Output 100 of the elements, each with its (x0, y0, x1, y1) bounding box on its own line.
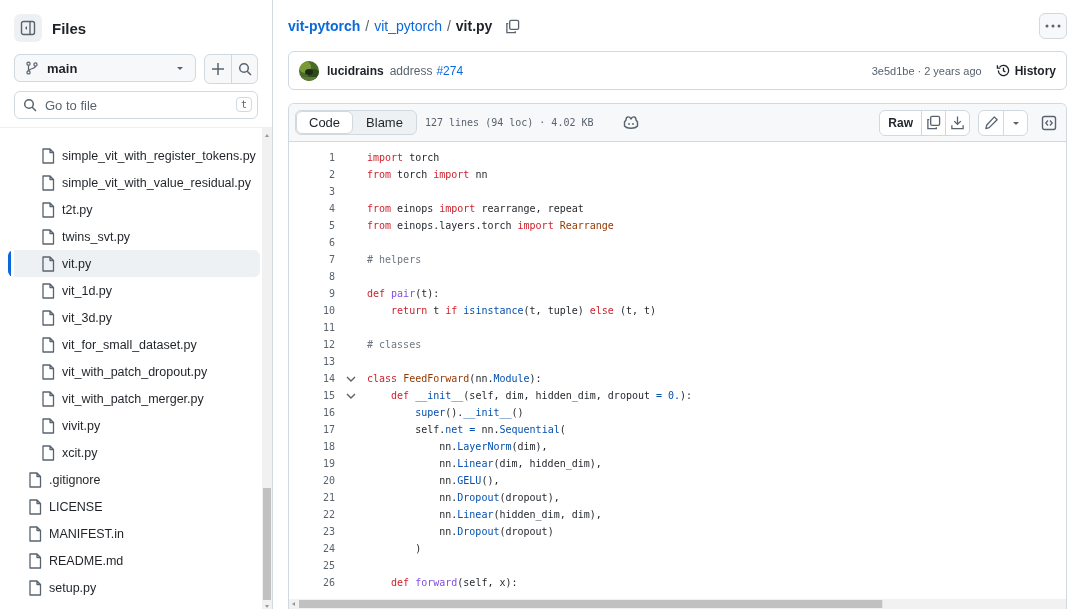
file-info: 127 lines (94 loc) · 4.02 KB (424, 117, 594, 128)
file-tree-item[interactable]: simple_vit_with_value_residual.py (8, 169, 260, 196)
file-tree-item[interactable]: setup.py (8, 574, 260, 601)
file-tree-item[interactable]: MANIFEST.in (8, 520, 260, 547)
line-number: 24 (321, 543, 335, 554)
more-icon (1045, 24, 1061, 28)
code-line: # classes (367, 339, 422, 350)
file-icon (41, 174, 55, 191)
line-number: 11 (321, 322, 335, 333)
separator-dot: · (917, 64, 922, 77)
file-icon (41, 336, 55, 353)
file-icon (28, 579, 42, 596)
file-tree-item[interactable]: LICENSE (8, 493, 260, 520)
file-icon (41, 201, 55, 218)
code-line: ) (414, 543, 422, 554)
search-icon (23, 98, 37, 112)
code-line: nn.Linear(dim, hidden_dim), (438, 458, 602, 469)
code-line: from torch import nn (367, 169, 488, 180)
line-number: 26 (321, 577, 335, 588)
shortcut-key: t (235, 97, 252, 112)
file-tree-item[interactable]: vit_with_patch_dropout.py (8, 358, 260, 385)
line-number: 20 (321, 475, 335, 486)
line-number: 14 (321, 373, 335, 384)
line-number: 23 (321, 526, 335, 537)
copy-icon (926, 115, 941, 130)
line-number: 1 (327, 152, 335, 163)
scrollbar[interactable] (289, 599, 1066, 609)
code-line: nn.Dropout(dropout), (438, 492, 560, 503)
file-tree-item[interactable]: simple_vit_with_register_tokens.py (8, 142, 260, 169)
scrollbar[interactable] (262, 128, 272, 609)
view-tab[interactable]: Blame (353, 111, 416, 134)
commit-sha-link[interactable]: 3e5d1be (871, 64, 915, 77)
code-line: def pair(t): (367, 288, 440, 299)
line-number: 13 (321, 356, 335, 367)
code-line: nn.Linear(hidden_dim, dim), (438, 509, 602, 520)
copy-icon (505, 18, 521, 34)
code-brackets-icon (1041, 114, 1057, 131)
file-icon (41, 417, 55, 434)
code-line: nn.Dropout(dropout) (438, 526, 554, 537)
line-number: 4 (327, 203, 335, 214)
code-line: import torch (367, 152, 440, 163)
file-icon (41, 228, 55, 245)
path-separator: / (365, 18, 370, 34)
file-icon (41, 309, 55, 326)
pencil-icon (983, 115, 999, 130)
line-number: 8 (327, 271, 335, 282)
file-icon (41, 282, 55, 299)
plus-icon (211, 62, 225, 76)
code-line: def forward(self, x): (390, 577, 518, 588)
file-tree-item[interactable]: README.md (8, 547, 260, 574)
file-icon (28, 471, 42, 488)
line-number: 10 (321, 305, 335, 316)
file-icon (41, 363, 55, 380)
commit-author-link[interactable]: lucidrains (327, 63, 384, 78)
code-line: return t if isinstance(t, tuple) else (t, t) (390, 305, 657, 316)
pull-request-link[interactable]: #274 (436, 63, 464, 78)
code-line: from einops import rearrange, repeat (367, 203, 584, 214)
file-tree-item[interactable]: vivit.py (8, 412, 260, 439)
robot-face-icon (622, 115, 639, 130)
file-tree-item[interactable]: xcit.py (8, 439, 260, 466)
collapse-sidebar-button[interactable] (14, 14, 42, 42)
line-number: 3 (327, 186, 335, 197)
code-line: nn.LayerNorm(dim), (438, 441, 548, 452)
code-line: def __init__(self, dim, hidden_dim, dropout = 0.): (390, 390, 693, 401)
line-number: 12 (321, 339, 335, 350)
sidebar-title: Files (52, 19, 87, 37)
file-icon (28, 552, 42, 569)
line-number: 25 (321, 560, 335, 571)
branch-icon (25, 61, 39, 75)
search-icon (237, 62, 252, 76)
line-number: 17 (321, 424, 335, 435)
breadcrumb-link[interactable]: vit-pytorch (288, 18, 361, 34)
file-tree-item[interactable]: t2t.py (8, 196, 260, 223)
commit-message: address (389, 63, 433, 78)
history-icon (995, 63, 1011, 78)
file-tree-item[interactable]: vit.py (8, 250, 260, 277)
line-number: 16 (321, 407, 335, 418)
fold-chevron-icon[interactable] (346, 374, 356, 383)
view-tab[interactable]: Code (296, 111, 354, 134)
path-separator: / (446, 18, 451, 34)
code-line: super().__init__() (414, 407, 524, 418)
branch-selector[interactable]: main (14, 54, 196, 82)
file-tree-item[interactable]: .gitignore (8, 466, 260, 493)
file-icon (41, 147, 55, 164)
file-tree-item[interactable]: twins_svt.py (8, 223, 260, 250)
file-tree-item[interactable]: vit_3d.py (8, 304, 260, 331)
file-tree-item[interactable]: vit_for_small_dataset.py (8, 331, 260, 358)
line-number: 21 (321, 492, 335, 503)
history-button[interactable]: History (987, 63, 1056, 78)
line-number: 19 (321, 458, 335, 469)
line-number: 22 (321, 509, 335, 520)
line-number: 5 (327, 220, 335, 231)
code-line: # helpers (367, 254, 422, 265)
line-number: 7 (327, 254, 335, 265)
breadcrumb-link[interactable]: vit_pytorch (374, 18, 442, 34)
file-tree-item[interactable]: vit_1d.py (8, 277, 260, 304)
file-tree-item[interactable]: vit_with_patch_merger.py (8, 385, 260, 412)
file-icon (41, 390, 55, 407)
file-name: vit.py (455, 18, 493, 34)
fold-chevron-icon[interactable] (346, 391, 356, 400)
